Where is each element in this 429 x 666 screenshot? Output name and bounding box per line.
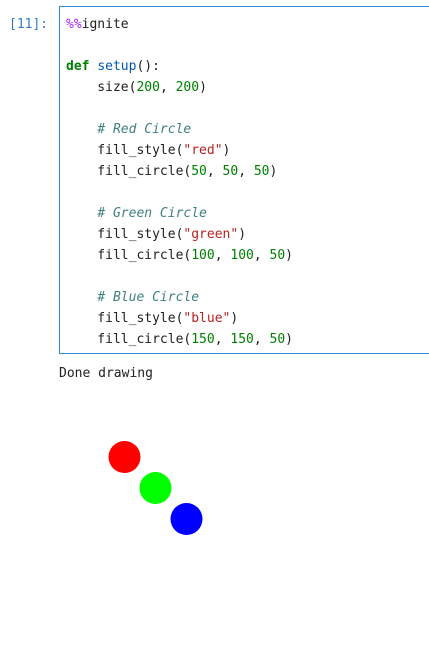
- code-line: fill_style("green"): [66, 224, 293, 245]
- code-line: fill_circle(100, 100, 50): [66, 245, 293, 266]
- code-line: fill_style("blue"): [66, 308, 293, 329]
- code-token: "green": [183, 227, 239, 242]
- code-token: ): [230, 311, 239, 326]
- code-token: ): [199, 80, 207, 95]
- code-token: 100: [230, 248, 254, 263]
- code-line: # Green Circle: [66, 203, 293, 224]
- code-token: ,: [159, 80, 176, 95]
- code-line: fill_style("red"): [66, 140, 293, 161]
- code-line: # Red Circle: [66, 119, 293, 140]
- code-token: fill_style(: [66, 311, 184, 326]
- code-token: 150: [191, 332, 215, 347]
- green-circle: [139, 472, 172, 504]
- code-line: def setup():: [66, 56, 293, 77]
- code-token: ,: [214, 332, 231, 347]
- code-token: ): [238, 227, 247, 242]
- code-line: %%ignite: [66, 14, 293, 35]
- code-token: fill_circle(: [66, 164, 192, 179]
- code-token: ,: [253, 332, 270, 347]
- code-token: 50: [269, 248, 286, 263]
- code-token: ():: [136, 59, 160, 74]
- code-token: "blue": [183, 311, 231, 326]
- code-line: fill_circle(150, 150, 50): [66, 329, 293, 350]
- drawing-canvas: [108, 441, 203, 535]
- code-token: ): [285, 248, 293, 263]
- output-text: Done drawing: [59, 366, 153, 381]
- code-token: 50: [191, 164, 207, 179]
- code-token: ignite: [81, 17, 129, 32]
- code-token: setup: [97, 59, 137, 74]
- code-token: fill_style(: [66, 143, 184, 158]
- code-token: fill_circle(: [66, 332, 192, 347]
- code-token: ): [269, 164, 278, 179]
- code-token: ): [285, 332, 293, 347]
- code-token: fill_style(: [66, 227, 184, 242]
- code-content: %%ignite def setup(): size(200, 200) # Re…: [66, 14, 293, 350]
- code-token: 100: [191, 248, 215, 263]
- code-editor[interactable]: %%ignite def setup(): size(200, 200) # Re…: [59, 6, 429, 354]
- code-token: ,: [238, 164, 254, 179]
- code-token: fill_circle(: [66, 248, 192, 263]
- code-token: "red": [183, 143, 223, 158]
- code-token: # Blue Circle: [97, 290, 200, 305]
- code-token: def: [66, 59, 90, 74]
- code-token: 200: [175, 80, 200, 95]
- code-token: # Red Circle: [97, 122, 192, 137]
- code-token: ,: [214, 248, 231, 263]
- red-circle: [108, 441, 141, 473]
- code-line: # Blue Circle: [66, 287, 293, 308]
- code-token: 50: [269, 332, 286, 347]
- blue-circle: [170, 503, 203, 535]
- code-line: fill_circle(50, 50, 50): [66, 161, 293, 182]
- code-token: 200: [136, 80, 160, 95]
- code-token: %%: [66, 17, 82, 32]
- code-token: ): [222, 143, 231, 158]
- code-token: 50: [253, 164, 270, 179]
- cell-prompt: [11]:: [9, 17, 49, 32]
- code-token: 150: [230, 332, 254, 347]
- code-token: ,: [206, 164, 223, 179]
- code-token: # Green Circle: [97, 206, 207, 221]
- code-line: size(200, 200): [66, 77, 293, 98]
- code-token: 50: [222, 164, 239, 179]
- code-token: size(: [66, 80, 137, 95]
- code-token: ,: [253, 248, 270, 263]
